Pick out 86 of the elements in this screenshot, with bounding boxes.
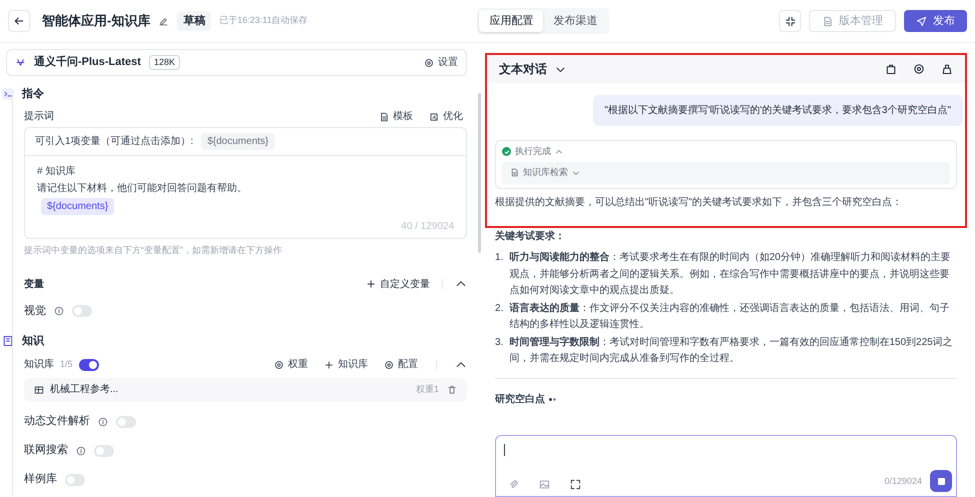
mode-dropdown[interactable]: 文本对话	[499, 60, 566, 78]
add-variable-button[interactable]: 自定义变量	[366, 276, 430, 292]
knowledge-item[interactable]: 机械工程参考... 权重1	[24, 378, 467, 402]
tab[interactable]: 发布渠道	[543, 10, 608, 32]
toolbar-button[interactable]: 权重	[274, 357, 308, 372]
toggle-switch[interactable]	[116, 416, 136, 428]
list-item-text: 语言表达的质量：作文评分不仅关注内容的准确性，还强调语言表达的质量，包括语法、用词、句子结构的多样性以及逻辑连贯性。	[509, 301, 950, 332]
chevron-up-icon	[555, 148, 563, 156]
variable-chip[interactable]: ${documents}	[201, 132, 275, 150]
settings-icon	[274, 360, 284, 370]
text-cursor	[504, 444, 505, 456]
delete-icon[interactable]	[447, 384, 457, 394]
shrink-icon	[784, 16, 796, 26]
variable-hint: 可引入1项变量（可通过点击添加）:	[35, 134, 194, 148]
send-icon	[916, 16, 927, 26]
book-icon	[2, 335, 14, 348]
toggle-label: 动态文件解析	[24, 414, 90, 430]
save-note: 已于16:23:11自动保存	[219, 14, 308, 28]
toolbar-button[interactable]: 模板	[379, 109, 413, 124]
answer-heading: 研究空白点	[495, 392, 545, 406]
char-counter: 0/129024	[884, 474, 922, 488]
model-bar[interactable]: 通义千问-Plus-Latest 128K 设置	[6, 49, 467, 76]
field-label: 提示词	[24, 110, 54, 124]
user-message: "根据以下文献摘要撰写'听说读写的'的关键考试要求，要求包含3个研究空白点"	[592, 95, 963, 126]
section-title: 知识	[22, 334, 44, 349]
typing-indicator-icon	[549, 398, 556, 400]
hint-text: 提示词中变量的选项来自下方“变量配置”，如需新增请在下方操作	[24, 244, 283, 256]
stop-button[interactable]	[930, 470, 952, 492]
list-number: 1.	[495, 251, 504, 265]
model-name: 通义千问-Plus-Latest	[34, 54, 141, 70]
list-number: 3.	[495, 336, 504, 350]
table-icon	[34, 384, 44, 394]
list-number: 2.	[495, 302, 504, 316]
knowledge-search-step[interactable]: 知识库检索	[502, 162, 950, 184]
toggle-switch[interactable]	[65, 474, 85, 486]
settings-icon	[424, 58, 434, 68]
settings-icon	[384, 360, 394, 370]
variable-chip: ${documents}	[41, 198, 114, 214]
section-title: 变量	[24, 277, 44, 292]
toolbar-button[interactable]: 配置	[384, 357, 418, 372]
settings-button[interactable]: 设置	[424, 55, 458, 70]
stop-icon	[938, 478, 944, 484]
item-name: 机械工程参考...	[50, 382, 118, 397]
prompt-editor[interactable]: 可引入1项变量（可通过点击添加）: ${documents} # 知识库 请记住以下材料，他们可能对回答问题有帮助。 ${documents} 40 / 129024	[24, 126, 467, 238]
prompt-line: # 知识库	[37, 164, 76, 178]
document-icon	[822, 16, 833, 26]
weight-label: 权重1	[416, 382, 439, 396]
document-icon	[379, 112, 389, 122]
document-icon	[510, 168, 519, 177]
info-icon	[98, 416, 108, 426]
toggle-label: 视觉	[24, 304, 46, 319]
back-button[interactable]	[8, 10, 30, 32]
settings-icon[interactable]	[913, 63, 925, 75]
plus-icon	[324, 360, 334, 370]
toggle-label: 联网搜索	[24, 442, 68, 458]
context-badge: 128K	[148, 54, 180, 70]
status-badge: 草稿	[177, 10, 212, 32]
field-label: 知识库	[24, 358, 54, 372]
page-title: 智能体应用-知识库	[42, 12, 150, 30]
answer-heading: 关键考试要求：	[495, 230, 566, 244]
toolbar-button[interactable]: 知识库	[324, 357, 368, 372]
answer-intro: 根据提供的文献摘要，可以总结出"听说读写"的关键考试要求如下，并包含三个研究空白点：	[495, 196, 904, 210]
check-icon	[502, 147, 511, 156]
list-item-text: 时间管理与字数限制：考试对时间管理和字数有严格要求，一篇有效的回应通常控制在150到225词之间，并需在规定时间内完成从准备到写作的全过程。	[509, 335, 954, 366]
expand-icon[interactable]	[570, 479, 581, 490]
run-status[interactable]: 执行完成	[502, 145, 563, 158]
prompt-line: 请记住以下材料，他们可能对回答问题有帮助。	[37, 182, 247, 196]
toggle-switch[interactable]	[72, 305, 92, 317]
bag-icon[interactable]	[885, 63, 897, 75]
info-icon	[76, 446, 86, 456]
char-counter: 40 / 129024	[401, 220, 454, 234]
toggle-switch[interactable]	[94, 444, 114, 456]
toolbar-button[interactable]: 优化	[429, 109, 463, 124]
plus-icon	[366, 279, 376, 289]
publish-button[interactable]: 发布	[904, 10, 967, 32]
count-label: 1/5	[60, 358, 73, 371]
back-icon	[13, 15, 25, 27]
info-icon	[54, 306, 64, 316]
list-item-text: 听力与阅读能力的整合：考试要求考生在有限的时间内（如20分钟）准确理解听力和阅读材料的主要观点，并能够分析两者之间的逻辑关系。例如，在综合写作中需要概括讲座中的要点，并说明这些要点如何对阅读文章中的观点提出质疑。	[509, 250, 952, 298]
toggle-label: 样例库	[24, 472, 57, 488]
section-title: 指令	[22, 86, 44, 102]
tab[interactable]: 应用配置	[479, 10, 544, 32]
toggle-switch[interactable]	[78, 358, 99, 370]
model-icon	[15, 57, 26, 68]
terminal-icon	[3, 89, 13, 100]
collapse-button[interactable]	[779, 10, 801, 32]
